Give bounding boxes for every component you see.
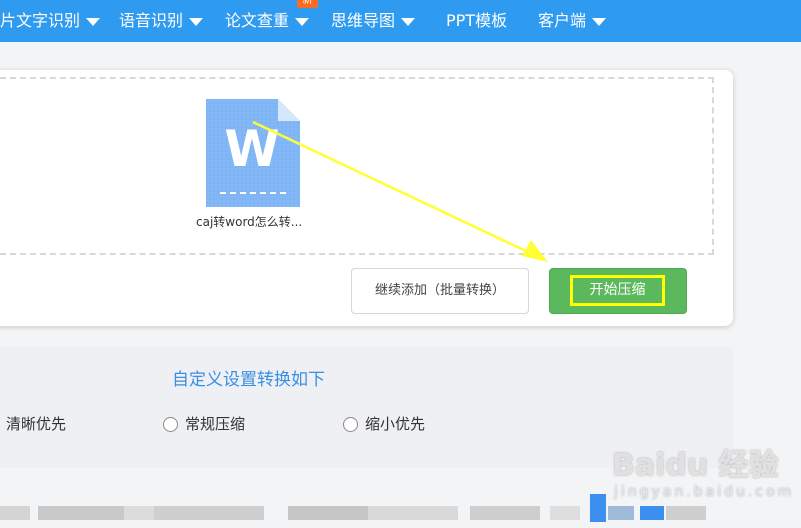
watermark-main: Baidu 经验 <box>612 448 779 483</box>
nav-item-ocr[interactable]: 片文字识别 <box>0 0 101 42</box>
option-label: 缩小优先 <box>365 415 426 433</box>
chevron-down-icon <box>401 17 416 26</box>
nav-item-mindmap[interactable]: 思维导图 <box>331 0 416 42</box>
top-nav: 片文字识别 语音识别 论文查重 新 思维导图 PPT模板 客户端 <box>0 0 801 42</box>
drop-zone[interactable] <box>0 77 714 255</box>
word-file-icon[interactable]: W <box>206 99 300 207</box>
chevron-down-icon <box>189 17 204 26</box>
settings-title: 自定义设置转换如下 <box>172 370 325 390</box>
file-name: caj转word怎么转... <box>196 215 303 229</box>
radio-button[interactable] <box>343 417 358 432</box>
chevron-down-icon <box>86 17 101 26</box>
continue-add-button[interactable]: 继续添加（批量转换） <box>351 268 529 314</box>
nav-item-label: 思维导图 <box>331 11 396 30</box>
option-normal-compress[interactable]: 常规压缩 <box>163 413 245 435</box>
file-icon-letter: W <box>224 120 279 178</box>
radio-button[interactable] <box>163 417 178 432</box>
nav-item-label: 论文查重 <box>225 11 290 30</box>
new-badge: 新 <box>297 0 318 8</box>
chevron-down-icon <box>592 17 607 26</box>
option-label: 常规压缩 <box>185 415 246 433</box>
nav-item-label: 客户端 <box>538 11 587 30</box>
start-compress-label: 开始压缩 <box>570 275 665 306</box>
option-size-first[interactable]: 缩小优先 <box>343 413 425 435</box>
start-compress-button[interactable]: 开始压缩 <box>549 268 687 314</box>
nav-item-label: 语音识别 <box>119 11 184 30</box>
nav-item-client[interactable]: 客户端 <box>538 0 607 42</box>
watermark-sub: jingyan.baidu.com <box>614 484 795 500</box>
nav-item-label: PPT模板 <box>446 11 508 30</box>
chevron-down-icon <box>295 17 310 26</box>
nav-item-ppt[interactable]: PPT模板 <box>446 0 507 42</box>
nav-item-label: 片文字识别 <box>0 11 81 30</box>
nav-item-speech[interactable]: 语音识别 <box>119 0 204 42</box>
baidu-jingyan-watermark: Baidu 经验 jingyan.baidu.com <box>612 440 797 520</box>
option-label: 清晰优先 <box>6 415 67 433</box>
option-clarity-first[interactable]: 清晰优先 <box>6 413 66 435</box>
